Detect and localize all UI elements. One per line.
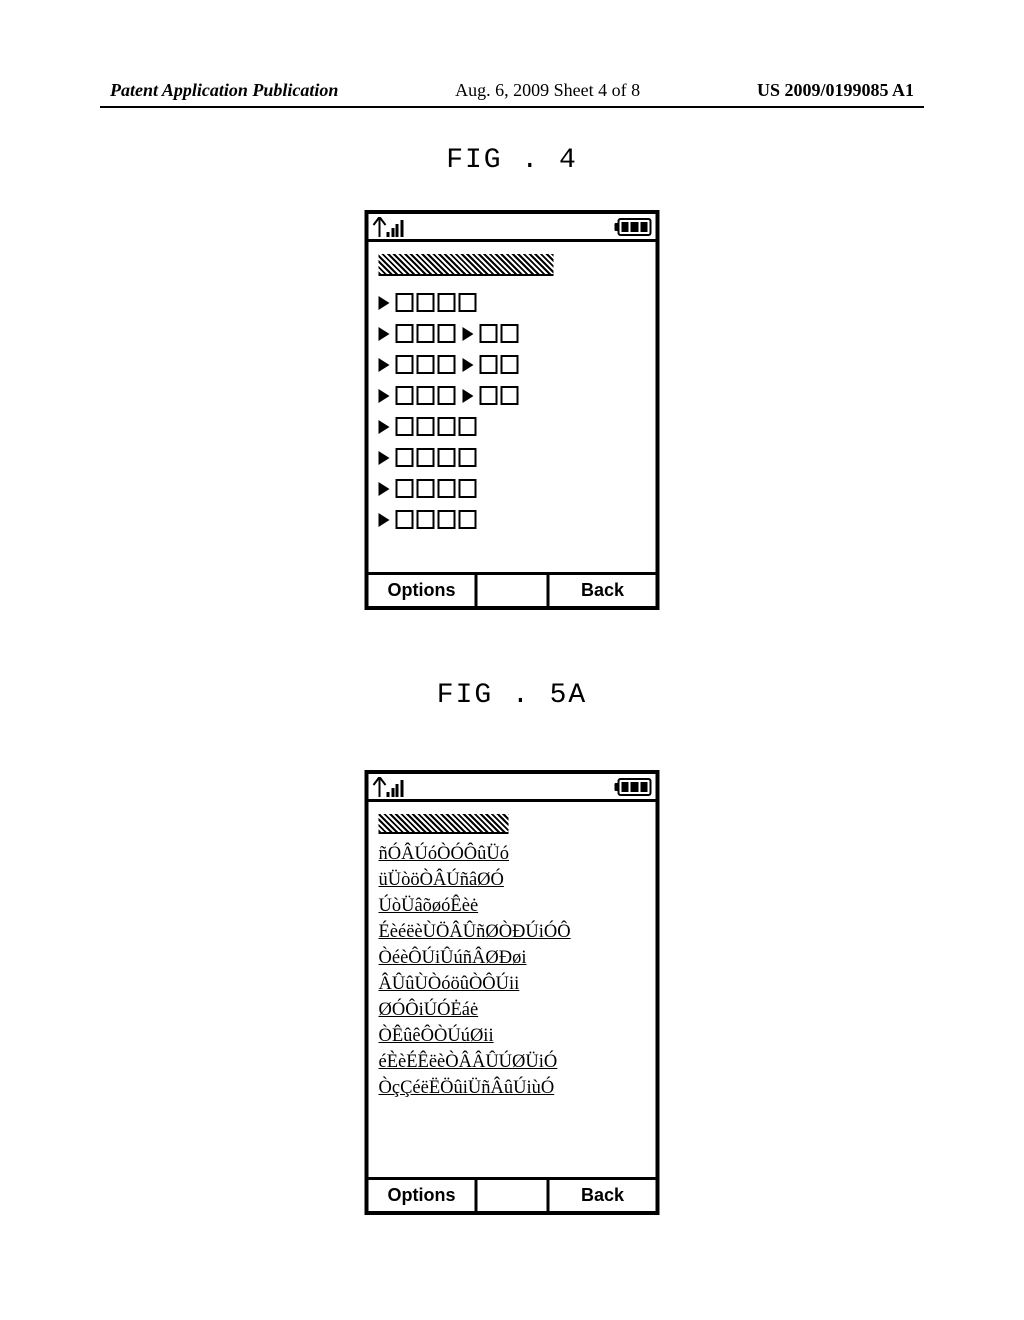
placeholder-box <box>480 386 498 405</box>
placeholder-box <box>459 448 477 467</box>
content-area <box>369 242 656 529</box>
placeholder-box <box>438 417 456 436</box>
hatched-title-bar <box>379 254 554 276</box>
placeholder-box <box>417 510 435 529</box>
softkey-bar: Options Back <box>369 1177 656 1211</box>
placeholder-box <box>417 448 435 467</box>
battery-icon <box>615 218 652 236</box>
link-item[interactable]: ØÓÔiÚÓĖáė <box>379 999 646 1021</box>
link-item[interactable]: ÒÊûêÔÒÚúØii <box>379 1025 646 1047</box>
placeholder-box <box>396 479 414 498</box>
signal-icon <box>373 777 404 797</box>
placeholder-box <box>417 479 435 498</box>
phone-mock-fig4: Options Back <box>365 210 660 610</box>
page-header: Patent Application Publication Aug. 6, 2… <box>0 80 1024 101</box>
softkey-bar: Options Back <box>369 572 656 606</box>
placeholder-box <box>459 293 477 312</box>
placeholder-box <box>417 417 435 436</box>
placeholder-box <box>396 510 414 529</box>
play-icon <box>379 420 390 434</box>
link-item[interactable]: ñÓÂÚóÒÓÔûÜó <box>379 843 646 865</box>
content-area: ñÓÂÚóÒÓÔûÜó üÜòöÒÂÚñâØÓ ÚòÜâõøóÊèė Éèéëè… <box>369 802 656 1099</box>
placeholder-box <box>438 510 456 529</box>
placeholder-box <box>480 324 498 343</box>
placeholder-box <box>396 293 414 312</box>
placeholder-box <box>417 355 435 374</box>
play-icon <box>463 358 474 372</box>
placeholder-box <box>459 417 477 436</box>
placeholder-box <box>417 324 435 343</box>
placeholder-box <box>438 479 456 498</box>
placeholder-box <box>480 355 498 374</box>
link-item[interactable]: ÉèéëèÙÖÂÛñØÒÐÚiÓÔ <box>379 921 646 943</box>
placeholder-box <box>438 448 456 467</box>
options-softkey[interactable]: Options <box>369 1180 478 1211</box>
list-item <box>379 324 646 343</box>
placeholder-box <box>417 293 435 312</box>
placeholder-box <box>396 448 414 467</box>
placeholder-box <box>438 293 456 312</box>
play-icon <box>379 327 390 341</box>
header-center: Aug. 6, 2009 Sheet 4 of 8 <box>455 80 640 101</box>
signal-icon <box>373 217 404 237</box>
placeholder-box <box>417 386 435 405</box>
header-left: Patent Application Publication <box>110 80 338 101</box>
back-softkey[interactable]: Back <box>546 575 655 606</box>
status-bar <box>369 214 656 242</box>
list-item <box>379 417 646 436</box>
link-item[interactable]: ÂÛûÙÒóöûÒÔÚii <box>379 973 646 995</box>
link-item[interactable]: ÒçÇéëËÖûiÜñÂûÚiùÓ <box>379 1077 646 1099</box>
list-item <box>379 448 646 467</box>
softkey-spacer <box>478 1180 547 1211</box>
back-softkey[interactable]: Back <box>546 1180 655 1211</box>
phone-mock-fig5a: ñÓÂÚóÒÓÔûÜó üÜòöÒÂÚñâØÓ ÚòÜâõøóÊèė Éèéëè… <box>365 770 660 1215</box>
list-item <box>379 479 646 498</box>
play-icon <box>463 389 474 403</box>
placeholder-box <box>438 355 456 374</box>
figure-4-label: FIG . 4 <box>0 145 1024 176</box>
play-icon <box>379 513 390 527</box>
placeholder-box <box>501 355 519 374</box>
list-item <box>379 510 646 529</box>
list-item <box>379 355 646 374</box>
play-icon <box>379 389 390 403</box>
list-item <box>379 386 646 405</box>
figure-5a-label: FIG . 5A <box>0 680 1024 711</box>
placeholder-box <box>438 324 456 343</box>
placeholder-box <box>501 386 519 405</box>
link-item[interactable]: üÜòöÒÂÚñâØÓ <box>379 869 646 891</box>
placeholder-box <box>396 386 414 405</box>
placeholder-box <box>501 324 519 343</box>
link-item[interactable]: ÚòÜâõøóÊèė <box>379 895 646 917</box>
placeholder-box <box>396 355 414 374</box>
header-rule <box>100 106 924 108</box>
header-right: US 2009/0199085 A1 <box>757 80 914 101</box>
placeholder-box <box>459 510 477 529</box>
placeholder-box <box>438 386 456 405</box>
link-item[interactable]: ÒéèÔÚiÛúñÂØÐøi <box>379 947 646 969</box>
play-icon <box>463 327 474 341</box>
placeholder-box <box>396 417 414 436</box>
list-item <box>379 293 646 312</box>
placeholder-box <box>459 479 477 498</box>
play-icon <box>379 358 390 372</box>
play-icon <box>379 296 390 310</box>
softkey-spacer <box>478 575 547 606</box>
play-icon <box>379 482 390 496</box>
placeholder-box <box>396 324 414 343</box>
link-item[interactable]: éÈèÉÊëèÒÂÂÛÚØÜiÓ <box>379 1051 646 1073</box>
status-bar <box>369 774 656 802</box>
play-icon <box>379 451 390 465</box>
options-softkey[interactable]: Options <box>369 575 478 606</box>
battery-icon <box>615 778 652 796</box>
hatched-title-bar <box>379 814 509 834</box>
